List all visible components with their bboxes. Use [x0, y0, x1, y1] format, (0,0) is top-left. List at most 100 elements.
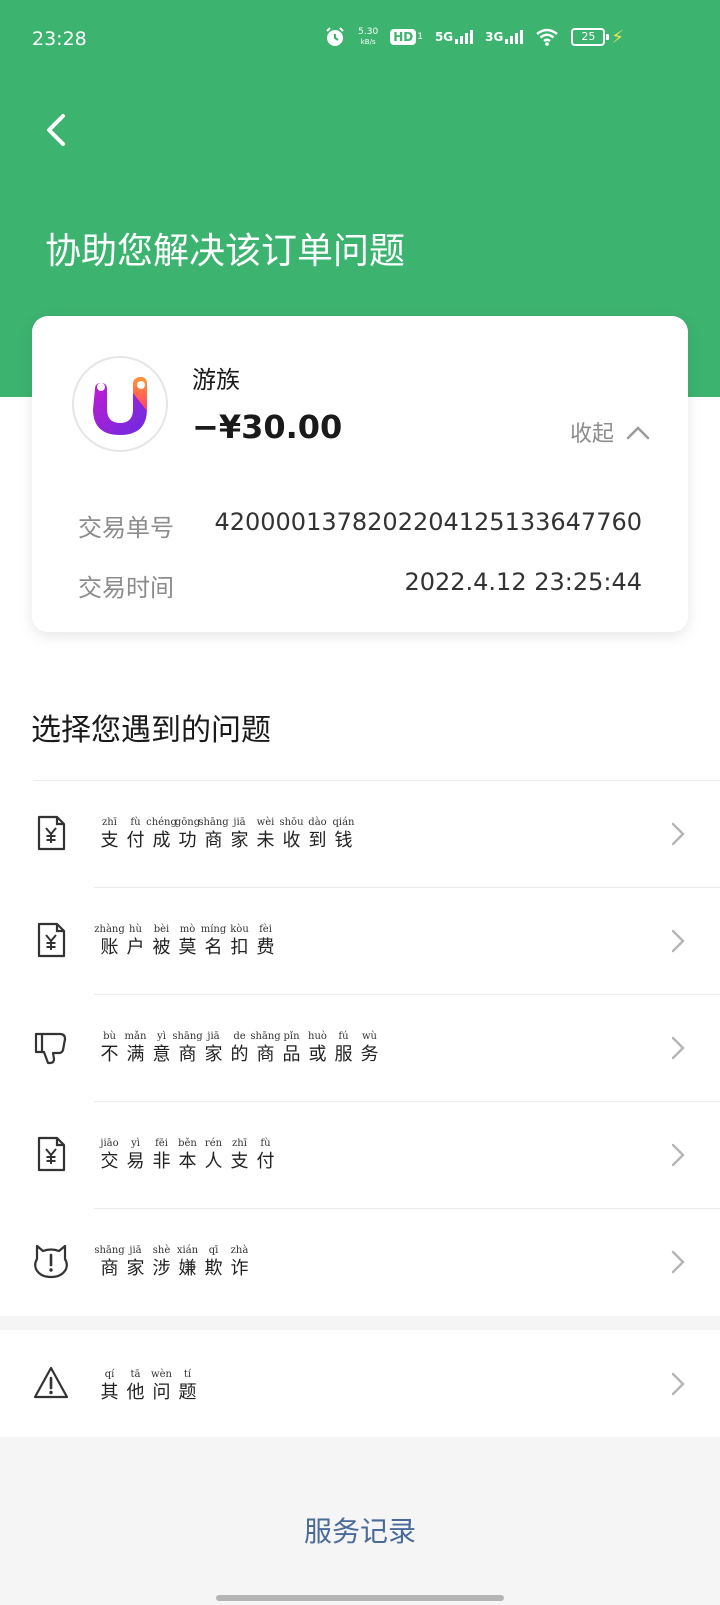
divider	[94, 1208, 720, 1209]
chevron-right-icon	[671, 822, 685, 846]
label-char: tā 他	[124, 1368, 147, 1404]
signal2-label: 3G	[485, 30, 504, 44]
label-char: chéng 成	[146, 816, 177, 852]
pinyin: de	[233, 1031, 246, 1042]
pinyin: jiā	[129, 1245, 142, 1256]
hanzi: 付	[256, 1151, 275, 1172]
status-time: 23:28	[32, 28, 87, 50]
hanzi: 意	[152, 1044, 171, 1065]
hanzi: 钱	[334, 830, 353, 851]
pinyin: bù	[103, 1031, 116, 1042]
pinyin: wù	[362, 1031, 377, 1042]
issue-item-other[interactable]: qí 其 tā 他 wèn 问 tí 题	[0, 1330, 720, 1437]
hanzi: 户	[126, 937, 145, 958]
hanzi: 未	[256, 830, 275, 851]
issue-label: bù 不 mǎn 满 yì 意 shāng 商 jiā 家 de 的 shāng 商 pǐn 品 huò 或 fú 服…	[98, 1030, 381, 1066]
label-char: jiā 家	[124, 1244, 147, 1280]
pinyin: zhī	[102, 817, 117, 828]
pinyin: kòu	[230, 924, 249, 935]
label-char: zhàng 账	[94, 923, 125, 959]
hanzi: 费	[256, 937, 275, 958]
hanzi: 易	[126, 1151, 145, 1172]
label-char: wù 务	[358, 1030, 381, 1066]
label-char: shāng 商	[94, 1244, 124, 1280]
hd-sub: 1	[417, 32, 423, 42]
divider	[94, 994, 720, 995]
transaction-time-value: 2022.4.12 23:25:44	[404, 568, 642, 596]
label-char: shāng 商	[198, 816, 228, 852]
label-char: jiāo 交	[98, 1137, 121, 1173]
home-indicator[interactable]	[216, 1595, 504, 1601]
yuan-document-icon	[37, 815, 66, 851]
label-char: hù 户	[124, 923, 147, 959]
label-char: zhà 诈	[228, 1244, 251, 1280]
issue-item-not-self-payment[interactable]: jiāo 交 yì 易 fēi 非 běn 本 rén 人 zhī 支 fù 付	[0, 1101, 720, 1208]
merchant-name: 游族	[192, 366, 240, 394]
hanzi: 品	[282, 1044, 301, 1065]
pinyin: shāng	[94, 1245, 125, 1256]
pinyin: běn	[178, 1138, 197, 1149]
pinyin: yì	[157, 1031, 166, 1042]
status-bar: 23:28 5.30 kB/s HD 1 5G 3G 25 ⚡	[0, 0, 720, 80]
back-button[interactable]	[36, 108, 80, 152]
hanzi: 交	[100, 1151, 119, 1172]
pinyin: fèi	[259, 924, 272, 935]
pinyin: gōng	[174, 817, 201, 828]
label-char: fù 付	[254, 1137, 277, 1173]
hanzi: 或	[308, 1044, 327, 1065]
label-char: shè 涉	[150, 1244, 173, 1280]
hanzi: 名	[204, 937, 223, 958]
chevron-right-icon	[671, 1250, 685, 1274]
label-char: zhī 支	[98, 816, 121, 852]
charging-bolt-icon: ⚡	[611, 26, 624, 48]
pinyin: fēi	[155, 1138, 168, 1149]
signal1-label: 5G	[434, 30, 454, 44]
label-char: pǐn 品	[280, 1030, 303, 1066]
section-gap	[0, 1316, 720, 1330]
issue-label: zhàng 账 hù 户 bèi 被 mò 莫 míng 名 kòu 扣 fèi 费	[94, 923, 277, 959]
signal-3g: 3G	[485, 30, 524, 44]
pinyin: fú	[338, 1031, 349, 1042]
chevron-right-icon	[671, 1372, 685, 1396]
issue-label: qí 其 tā 他 wèn 问 tí 题	[98, 1368, 199, 1404]
label-char: tí 题	[176, 1368, 199, 1404]
label-char: wèi 未	[254, 816, 277, 852]
issue-list: zhī 支 fù 付 chéng 成 gōng 功 shāng 商 jiā 家 wèi 未 shōu 收 dào…	[0, 780, 720, 1315]
label-char: bèi 被	[150, 923, 173, 959]
pinyin: zhà	[230, 1245, 249, 1256]
pinyin: mǎn	[124, 1031, 147, 1042]
merchant-logo	[72, 356, 168, 452]
issue-item-unexpected-charge[interactable]: zhàng 账 hù 户 bèi 被 mò 莫 míng 名 kòu 扣 fèi 费	[0, 887, 720, 994]
hanzi: 成	[152, 830, 171, 851]
hanzi: 家	[126, 1258, 145, 1279]
hanzi: 商	[204, 830, 223, 851]
collapse-button[interactable]: 收起	[570, 416, 650, 448]
pinyin: hù	[129, 924, 142, 935]
service-record-link[interactable]: 服务记录	[0, 1510, 720, 1550]
hanzi: 商	[178, 1044, 197, 1065]
label-char: yì 意	[150, 1030, 173, 1066]
issue-item-merchant-fraud[interactable]: shāng 商 jiā 家 shè 涉 xián 嫌 qī 欺 zhà 诈	[0, 1208, 720, 1315]
hanzi: 收	[282, 830, 301, 851]
pinyin: wèn	[151, 1369, 172, 1380]
pinyin: wèi	[256, 817, 275, 828]
hanzi: 扣	[230, 937, 249, 958]
hanzi: 诈	[230, 1258, 249, 1279]
hanzi: 问	[152, 1382, 171, 1403]
hanzi: 莫	[178, 937, 197, 958]
label-char: běn 本	[176, 1137, 199, 1173]
pinyin: tā	[130, 1369, 141, 1380]
hanzi: 不	[100, 1044, 119, 1065]
pinyin: tí	[183, 1369, 192, 1380]
label-char: huò 或	[306, 1030, 329, 1066]
label-char: mò 莫	[176, 923, 199, 959]
alarm-icon	[324, 26, 346, 48]
hanzi: 家	[204, 1044, 223, 1065]
divider	[34, 780, 720, 781]
issue-item-payment-not-received[interactable]: zhī 支 fù 付 chéng 成 gōng 功 shāng 商 jiā 家 wèi 未 shōu 收 dào…	[0, 780, 720, 887]
issue-item-unsatisfied-product[interactable]: bù 不 mǎn 满 yì 意 shāng 商 jiā 家 de 的 shāng 商 pǐn 品 huò 或 fú 服…	[0, 994, 720, 1101]
pinyin: jiāo	[100, 1138, 119, 1149]
chevron-right-icon	[671, 1036, 685, 1060]
battery-icon: 25 ⚡	[571, 27, 624, 48]
label-char: de 的	[228, 1030, 251, 1066]
